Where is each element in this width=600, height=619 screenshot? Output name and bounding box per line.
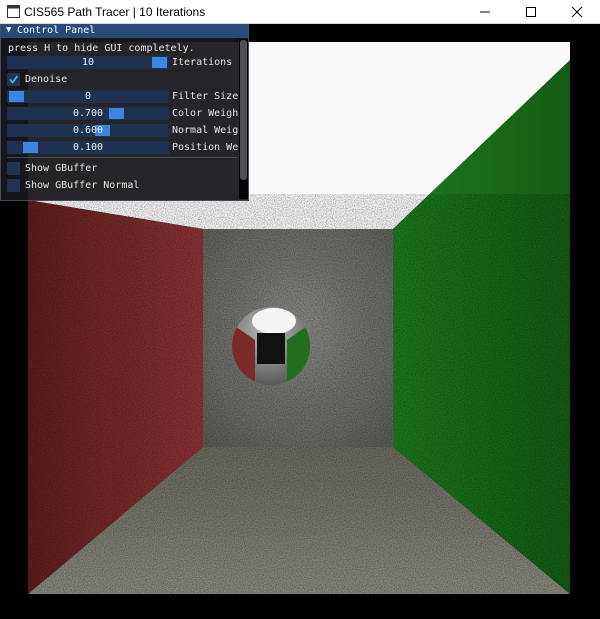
mirror-sphere: [232, 307, 310, 385]
normal-weight-value: 0.600: [72, 125, 104, 136]
iterations-slider[interactable]: 10: [7, 56, 169, 69]
normal-weight-label: Normal Weight: [172, 125, 249, 136]
minimize-icon: [480, 11, 490, 13]
filter-size-label: Filter Size: [172, 91, 239, 102]
color-weight-value: 0.700: [72, 108, 104, 119]
iterations-label: Iterations: [172, 57, 233, 68]
control-panel-header[interactable]: ▼ Control Panel: [1, 24, 248, 38]
filter-size-slider[interactable]: 0: [7, 90, 169, 103]
maximize-button[interactable]: [508, 0, 554, 24]
color-weight-slider[interactable]: 0.700: [7, 107, 169, 120]
close-button[interactable]: [554, 0, 600, 24]
gui-hint-text: press H to hide GUI completely.: [8, 43, 195, 54]
show-gbuffer-normal-label: Show GBuffer Normal: [25, 180, 140, 191]
denoise-checkbox[interactable]: [7, 73, 20, 86]
window-title-bar[interactable]: CIS565 Path Tracer | 10 Iterations: [0, 0, 600, 24]
color-weight-label: Color Weight: [172, 108, 245, 119]
filter-size-value: 0: [84, 91, 92, 102]
show-gbuffer-label: Show GBuffer: [25, 163, 98, 174]
window-title: CIS565 Path Tracer | 10 Iterations: [24, 5, 206, 19]
minimize-button[interactable]: [462, 0, 508, 24]
denoise-label: Denoise: [25, 74, 68, 85]
checkmark-icon: [9, 75, 19, 84]
separator: [7, 157, 237, 158]
close-icon: [571, 6, 583, 18]
show-gbuffer-normal-checkbox[interactable]: [7, 179, 20, 192]
maximize-icon: [526, 7, 536, 17]
normal-weight-slider[interactable]: 0.600: [7, 124, 169, 137]
position-weight-slider[interactable]: 0.100: [7, 141, 169, 154]
show-gbuffer-checkbox[interactable]: [7, 162, 20, 175]
app-window-icon: [7, 5, 20, 18]
iterations-value: 10: [81, 57, 95, 68]
panel-scrollbar[interactable]: [239, 39, 248, 199]
control-panel[interactable]: ▼ Control Panel press H to hide GUI comp…: [0, 24, 249, 201]
scrollbar-thumb[interactable]: [240, 40, 247, 180]
position-weight-label: Position Weight: [172, 142, 248, 153]
collapse-triangle-icon[interactable]: ▼: [6, 25, 11, 35]
position-weight-value: 0.100: [72, 142, 104, 153]
control-panel-title: Control Panel: [17, 25, 96, 36]
